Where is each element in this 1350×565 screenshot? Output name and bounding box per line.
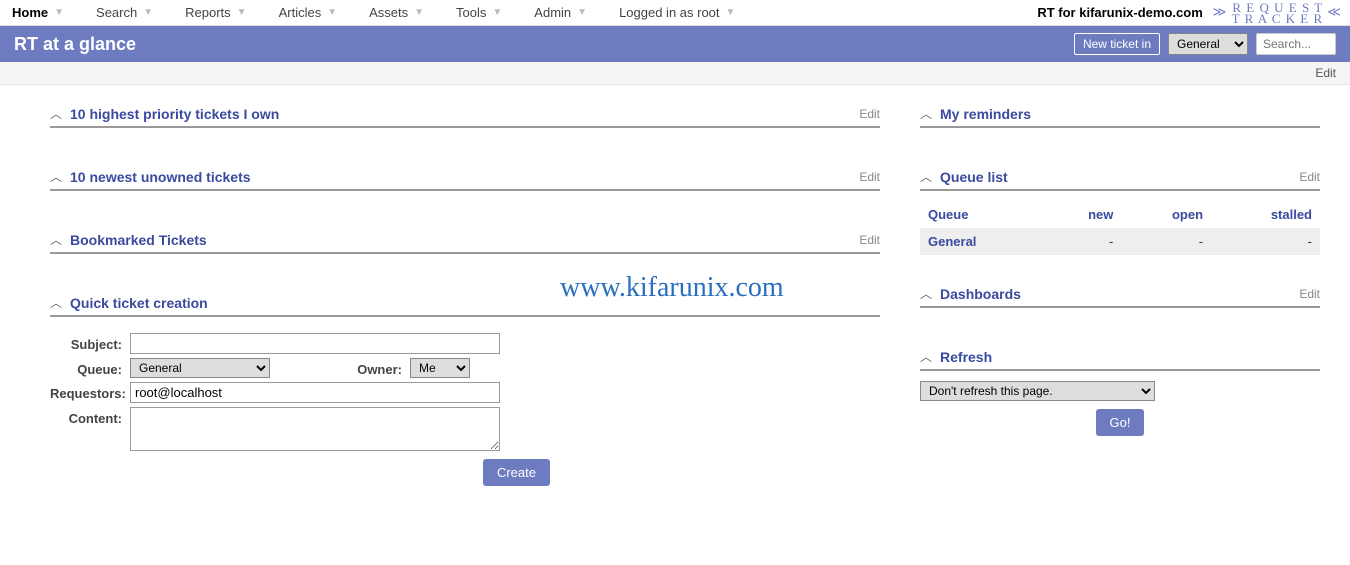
create-button[interactable]: Create xyxy=(483,459,550,486)
widget-priority-tickets: ︿ 10 highest priority tickets I own Edit xyxy=(50,105,880,128)
nav-assets-label: Assets xyxy=(369,5,408,20)
content-label: Content: xyxy=(50,407,130,426)
chevron-left-icon: ≪ xyxy=(1327,3,1342,18)
requestors-input[interactable] xyxy=(130,382,500,403)
table-row: General - - - xyxy=(920,228,1320,255)
cell-new: - xyxy=(1043,228,1122,255)
chevron-down-icon: ▼ xyxy=(492,7,502,18)
queue-link-general[interactable]: General xyxy=(928,234,976,249)
widget-title: Queue list xyxy=(940,169,1299,185)
nav-reports-label: Reports xyxy=(185,5,231,20)
nav-home[interactable]: Home ▼ xyxy=(8,5,74,20)
owner-select[interactable]: Me xyxy=(410,358,470,378)
chevron-right-icon: ≫ xyxy=(1213,3,1228,18)
subject-input[interactable] xyxy=(130,333,500,354)
nav-home-label: Home xyxy=(12,5,48,20)
widget-queue-list: ︿ Queue list Edit Queue new open stalled… xyxy=(920,168,1320,255)
queue-table: Queue new open stalled General - - - xyxy=(920,201,1320,255)
nav-right: RT for kifarunix-demo.com ≫ R E Q U E S … xyxy=(1037,2,1342,24)
widget-edit-link[interactable]: Edit xyxy=(859,170,880,184)
nav-tools-label: Tools xyxy=(456,5,486,20)
widget-title: Dashboards xyxy=(940,286,1299,302)
nav-tools[interactable]: Tools ▼ xyxy=(452,5,512,20)
nav-assets[interactable]: Assets ▼ xyxy=(365,5,434,20)
col-queue: Queue xyxy=(920,201,1043,228)
nav-logged-in-as[interactable]: Logged in as root ▼ xyxy=(615,5,745,20)
widget-title: 10 highest priority tickets I own xyxy=(70,106,859,122)
widget-quick-ticket: ︿ Quick ticket creation Subject: Queue: … xyxy=(50,294,880,486)
nav-logged-in-label: Logged in as root xyxy=(619,5,719,20)
chevron-down-icon: ▼ xyxy=(726,7,736,18)
chevron-down-icon: ▼ xyxy=(237,7,247,18)
collapse-icon[interactable]: ︿ xyxy=(920,168,932,185)
widget-title: 10 newest unowned tickets xyxy=(70,169,859,185)
brand-text: RT for kifarunix-demo.com xyxy=(1037,5,1202,20)
go-button[interactable]: Go! xyxy=(1096,409,1145,436)
left-column: ︿ 10 highest priority tickets I own Edit… xyxy=(50,105,880,526)
requestors-label: Requestors: xyxy=(50,382,130,401)
subject-label: Subject: xyxy=(50,333,130,352)
rt-logo[interactable]: ≫ R E Q U E S TT R A C K E R ≪ xyxy=(1213,2,1342,24)
collapse-icon[interactable]: ︿ xyxy=(50,105,62,122)
widget-edit-link[interactable]: Edit xyxy=(1299,287,1320,301)
widget-edit-link[interactable]: Edit xyxy=(859,107,880,121)
collapse-icon[interactable]: ︿ xyxy=(920,348,932,365)
widget-title: Bookmarked Tickets xyxy=(70,232,859,248)
nav-articles[interactable]: Articles ▼ xyxy=(275,5,348,20)
search-input[interactable] xyxy=(1256,33,1336,55)
top-nav: Home ▼ Search ▼ Reports ▼ Articles ▼ Assets ▼… xyxy=(0,0,1350,26)
collapse-icon[interactable]: ︿ xyxy=(920,285,932,302)
col-new: new xyxy=(1043,201,1122,228)
collapse-icon[interactable]: ︿ xyxy=(920,105,932,122)
widget-bookmarked-tickets: ︿ Bookmarked Tickets Edit xyxy=(50,231,880,254)
widget-title: My reminders xyxy=(940,106,1320,122)
title-bar: RT at a glance New ticket in General xyxy=(0,26,1350,62)
nav-search[interactable]: Search ▼ xyxy=(92,5,163,20)
cell-stalled: - xyxy=(1211,228,1320,255)
widget-edit-link[interactable]: Edit xyxy=(859,233,880,247)
nav-admin[interactable]: Admin ▼ xyxy=(530,5,597,20)
refresh-select[interactable]: Don't refresh this page. xyxy=(920,381,1155,401)
page-edit-strip: Edit xyxy=(0,62,1350,85)
nav-menu: Home ▼ Search ▼ Reports ▼ Articles ▼ Assets ▼… xyxy=(8,5,1037,20)
collapse-icon[interactable]: ︿ xyxy=(50,168,62,185)
widget-unowned-tickets: ︿ 10 newest unowned tickets Edit xyxy=(50,168,880,191)
new-ticket-button[interactable]: New ticket in xyxy=(1074,33,1160,55)
owner-label: Owner: xyxy=(270,358,410,377)
nav-search-label: Search xyxy=(96,5,137,20)
page-edit-link[interactable]: Edit xyxy=(1315,66,1336,80)
logo-bottom: T R A C K E R xyxy=(1232,11,1324,26)
chevron-down-icon: ▼ xyxy=(414,7,424,18)
widget-title: Refresh xyxy=(940,349,1320,365)
widget-my-reminders: ︿ My reminders xyxy=(920,105,1320,128)
new-ticket-queue-select[interactable]: General xyxy=(1168,33,1248,55)
widget-edit-link[interactable]: Edit xyxy=(1299,170,1320,184)
queue-select[interactable]: General xyxy=(130,358,270,378)
chevron-down-icon: ▼ xyxy=(54,7,64,18)
widget-dashboards: ︿ Dashboards Edit xyxy=(920,285,1320,308)
col-stalled: stalled xyxy=(1211,201,1320,228)
chevron-down-icon: ▼ xyxy=(577,7,587,18)
nav-reports[interactable]: Reports ▼ xyxy=(181,5,256,20)
collapse-icon[interactable]: ︿ xyxy=(50,231,62,248)
collapse-icon[interactable]: ︿ xyxy=(50,294,62,311)
col-open: open xyxy=(1121,201,1211,228)
chevron-down-icon: ▼ xyxy=(327,7,337,18)
queue-label: Queue: xyxy=(50,358,130,377)
nav-admin-label: Admin xyxy=(534,5,571,20)
chevron-down-icon: ▼ xyxy=(143,7,153,18)
main-content: ︿ 10 highest priority tickets I own Edit… xyxy=(0,85,1350,546)
right-column: ︿ My reminders ︿ Queue list Edit Queue n… xyxy=(920,105,1320,526)
nav-articles-label: Articles xyxy=(279,5,322,20)
cell-open: - xyxy=(1121,228,1211,255)
widget-refresh: ︿ Refresh Don't refresh this page. Go! xyxy=(920,348,1320,436)
widget-title: Quick ticket creation xyxy=(70,295,880,311)
page-title: RT at a glance xyxy=(14,34,136,55)
title-controls: New ticket in General xyxy=(1074,33,1336,55)
content-textarea[interactable] xyxy=(130,407,500,451)
